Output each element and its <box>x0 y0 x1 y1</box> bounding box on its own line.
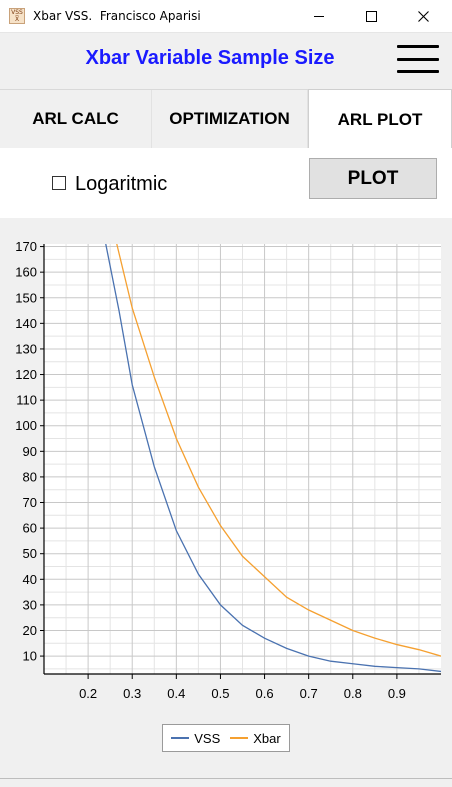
maximize-button[interactable] <box>348 0 394 32</box>
x-tick-label: 0.9 <box>388 686 406 701</box>
bottom-divider <box>0 778 452 779</box>
legend-item-xbar: Xbar <box>230 730 281 746</box>
arl-chart-svg: 0.2 0.3 0.4 0.5 0.6 0.7 0.8 0.9 10 20 30 40 50 60 70 80… <box>15 239 441 701</box>
logaritmic-label[interactable]: Logaritmic <box>75 173 167 196</box>
y-tick-label: 30 <box>23 597 37 612</box>
x-tick-label: 0.3 <box>123 686 141 701</box>
x-tick-label: 0.4 <box>167 686 185 701</box>
legend-label-vss: VSS <box>194 730 221 746</box>
arl-chart: 0.2 0.3 0.4 0.5 0.6 0.7 0.8 0.9 10 20 30 40 50 60 70 80… <box>0 218 452 778</box>
x-tick-label: 0.6 <box>256 686 274 701</box>
x-tick-label: 0.7 <box>300 686 318 701</box>
y-tick-label: 140 <box>15 316 37 331</box>
y-tick-label: 130 <box>15 341 37 356</box>
chart-legend: VSS Xbar <box>162 724 290 752</box>
y-tick-label: 10 <box>23 649 37 664</box>
tab-optimization[interactable]: OPTIMIZATION <box>152 90 308 148</box>
plot-controls: Logaritmic PLOT <box>0 148 452 218</box>
app-header: Xbar Variable Sample Size <box>0 33 452 85</box>
minimize-icon <box>314 15 324 17</box>
y-tick-label: 170 <box>15 239 37 254</box>
window-title: Xbar VSS. Francisco Aparisi <box>33 9 201 23</box>
app-icon: VSS X̅ <box>9 8 25 24</box>
legend-item-vss: VSS <box>171 731 220 746</box>
tab-arl-plot[interactable]: ARL PLOT <box>308 89 452 149</box>
y-tick-label: 50 <box>23 546 37 561</box>
x-tick-label: 0.8 <box>344 686 362 701</box>
close-button[interactable] <box>400 0 446 32</box>
tab-bar: ARL CALC OPTIMIZATION ARL PLOT <box>0 89 452 149</box>
legend-swatch-vss <box>171 737 190 739</box>
y-tick-label: 110 <box>16 393 37 408</box>
minimize-button[interactable] <box>296 0 342 32</box>
y-tick-label: 150 <box>15 290 37 305</box>
y-tick-label: 120 <box>15 367 37 382</box>
y-tick-label: 90 <box>23 444 37 459</box>
x-tick-label: 0.5 <box>211 686 229 701</box>
menu-button[interactable] <box>394 43 442 75</box>
y-tick-label: 20 <box>23 623 37 638</box>
legend-label-xbar: Xbar <box>253 730 281 746</box>
y-tick-label: 160 <box>15 265 37 280</box>
y-tick-label: 80 <box>23 469 37 484</box>
tab-arl-calc[interactable]: ARL CALC <box>0 90 152 148</box>
logaritmic-checkbox[interactable] <box>52 176 66 190</box>
maximize-icon <box>365 10 377 22</box>
page-title: Xbar Variable Sample Size <box>85 47 335 69</box>
y-tick-label: 70 <box>23 495 37 510</box>
window-titlebar: VSS X̅ Xbar VSS. Francisco Aparisi <box>0 0 452 33</box>
y-tick-label: 40 <box>23 572 37 587</box>
plot-button[interactable]: PLOT <box>309 158 437 199</box>
y-tick-label: 100 <box>15 418 37 433</box>
close-icon <box>417 10 429 22</box>
y-tick-label: 60 <box>23 521 37 536</box>
legend-swatch-xbar <box>230 737 249 739</box>
x-tick-label: 0.2 <box>79 686 97 701</box>
hamburger-icon <box>397 45 439 48</box>
